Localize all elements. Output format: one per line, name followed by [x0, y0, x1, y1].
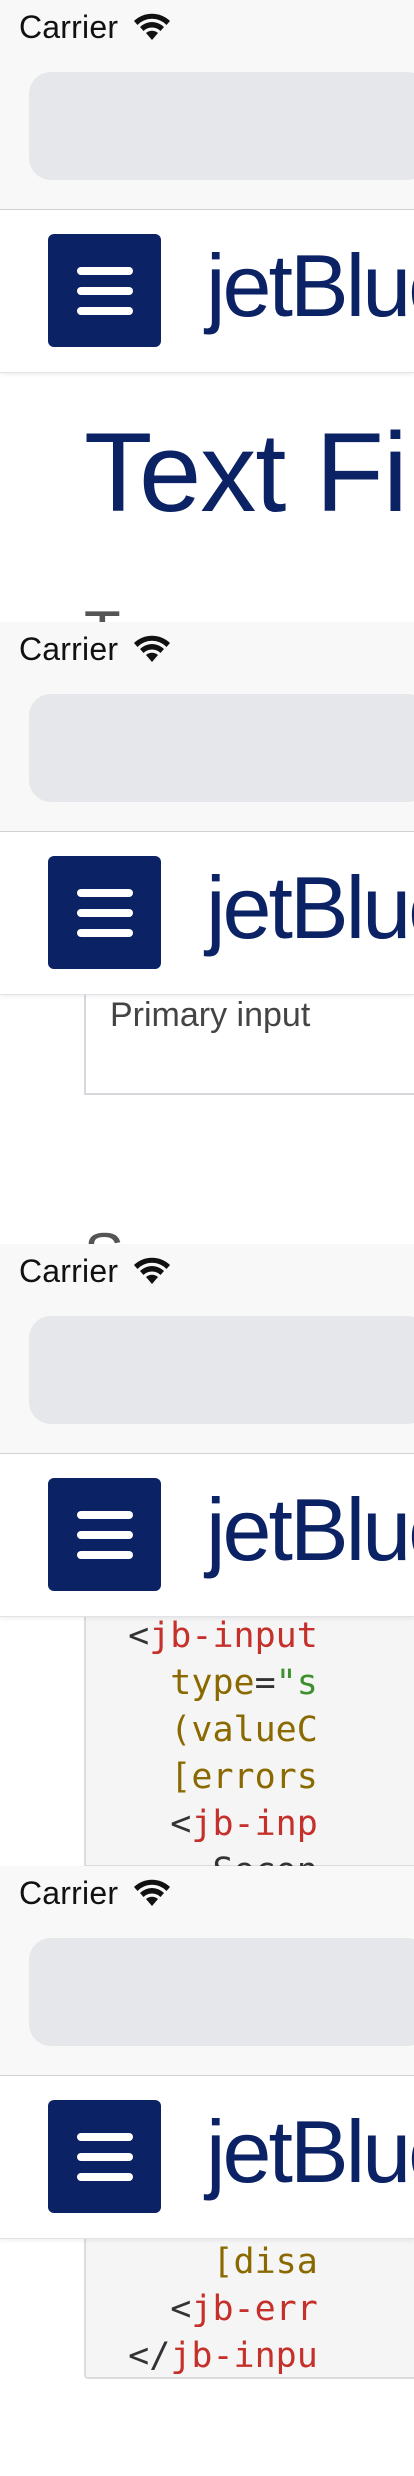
code-line: type="s — [86, 1660, 318, 1707]
status-bar: Carrier — [19, 9, 172, 45]
jetblue-logo[interactable]: jetBlue — [206, 848, 414, 968]
page-content: Text Fi T — [0, 373, 414, 622]
hamburger-menu-icon[interactable] — [48, 856, 161, 969]
code-snippet: <jb-input type="s (valueC [errors <jb-in… — [84, 1617, 414, 1866]
browser-chrome: Carrier — [0, 1866, 414, 2076]
screen-frame-3: Carrier jetBlue <jb-input type="s (value… — [0, 1244, 414, 1866]
code-snippet: [disa <jb-err </jb-inpu — [84, 2239, 414, 2379]
page-content: [disa <jb-err </jb-inpu — [0, 2239, 414, 2476]
carrier-label: Carrier — [19, 8, 119, 45]
code-token: [errors — [170, 1757, 318, 1797]
status-bar: Carrier — [19, 631, 172, 667]
status-bar: Carrier — [19, 1253, 172, 1289]
site-header: jetBlue — [0, 832, 414, 995]
section-heading: S — [84, 1225, 124, 1245]
screen-frame-4: Carrier jetBlue [disa <jb-err </jb-inpu — [0, 1866, 414, 2476]
primary-input-placeholder: Primary input — [110, 996, 311, 1034]
section-heading: T — [84, 603, 121, 623]
code-token: type — [170, 1663, 255, 1703]
code-token: < — [128, 1617, 150, 1656]
wifi-icon — [134, 1257, 171, 1284]
code-line: Secon — [86, 1848, 317, 1866]
carrier-label: Carrier — [19, 630, 119, 667]
code-token: < — [170, 1804, 192, 1844]
screen-frame-1: Carrier jetBlue Text Fi T — [0, 0, 414, 622]
page-content: <jb-input type="s (valueC [errors <jb-in… — [0, 1617, 414, 1866]
hamburger-menu-icon[interactable] — [48, 1478, 161, 1591]
code-token: = — [254, 1663, 276, 1703]
site-header: jetBlue — [0, 210, 414, 373]
screen-frame-2: Carrier jetBlue Primary input S — [0, 622, 414, 1244]
code-token: [disa — [212, 2242, 318, 2282]
carrier-label: Carrier — [19, 1874, 119, 1911]
primary-input-field[interactable]: Primary input — [84, 995, 414, 1095]
code-token: (valueC — [170, 1710, 318, 1750]
hamburger-menu-icon[interactable] — [48, 234, 161, 347]
jetblue-logo[interactable]: jetBlue — [206, 226, 414, 346]
code-line: </jb-inpu — [86, 2333, 318, 2380]
code-token: jb-input — [149, 1617, 318, 1656]
browser-chrome: Carrier — [0, 0, 414, 210]
wifi-icon — [134, 635, 171, 662]
code-token: jb-inpu — [170, 2336, 318, 2376]
wifi-icon — [134, 13, 171, 40]
code-line: <jb-err — [86, 2286, 318, 2333]
site-header: jetBlue — [0, 1454, 414, 1617]
address-bar[interactable] — [29, 694, 414, 802]
code-line: (valueC — [86, 1707, 318, 1754]
hamburger-menu-icon[interactable] — [48, 2100, 161, 2213]
site-header: jetBlue — [0, 2076, 414, 2239]
address-bar[interactable] — [29, 1938, 414, 2046]
code-line: <jb-input — [86, 1617, 318, 1660]
carrier-label: Carrier — [19, 1252, 119, 1289]
page-content: Primary input S — [0, 995, 414, 1244]
code-token: < — [170, 2289, 192, 2329]
code-line: [errors — [86, 1754, 318, 1801]
code-token: </ — [128, 2336, 171, 2376]
browser-chrome: Carrier — [0, 1244, 414, 1454]
jetblue-logo[interactable]: jetBlue — [206, 2092, 414, 2212]
code-line: <jb-inp — [86, 1801, 318, 1848]
code-line: [disa — [86, 2239, 318, 2286]
code-token: Secon — [212, 1851, 317, 1866]
page-title: Text Fi — [84, 410, 408, 535]
browser-chrome: Carrier — [0, 622, 414, 832]
address-bar[interactable] — [29, 1316, 414, 1424]
jetblue-logo[interactable]: jetBlue — [206, 1470, 414, 1590]
code-token: jb-inp — [191, 1804, 318, 1844]
code-token: jb-err — [191, 2289, 318, 2329]
status-bar: Carrier — [19, 1875, 172, 1911]
wifi-icon — [134, 1879, 171, 1906]
code-token: "s — [275, 1663, 318, 1703]
address-bar[interactable] — [29, 72, 414, 180]
